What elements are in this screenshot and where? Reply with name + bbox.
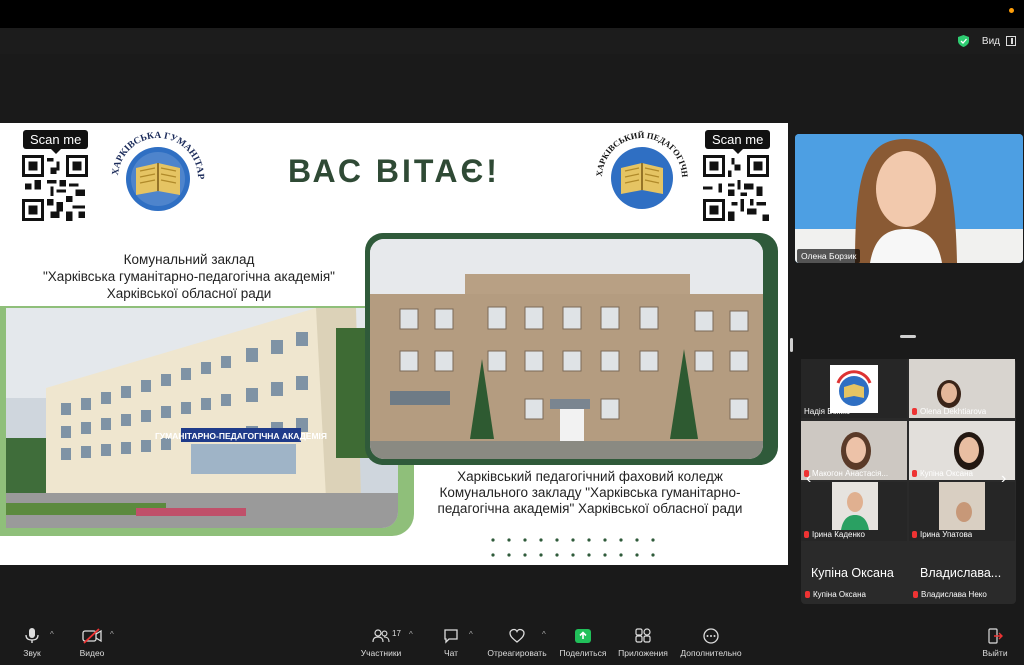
mic-muted-icon <box>912 531 917 538</box>
react-options-caret-icon[interactable]: ^ <box>542 630 546 639</box>
video-label: Видео <box>79 648 105 658</box>
video-button[interactable]: Видео <box>76 628 108 658</box>
view-menu-label[interactable]: Вид <box>982 36 1000 47</box>
participant-tile[interactable]: Olena Dekhtiarova <box>909 359 1015 418</box>
mic-muted-icon <box>912 470 917 477</box>
college-building-photo <box>370 239 763 459</box>
participants-icon <box>372 629 390 643</box>
participant-name: Olena Dekhtiarova <box>912 407 986 416</box>
participant-small-name: Купіна Оксана <box>805 590 866 599</box>
view-layout-icon[interactable] <box>1006 36 1016 46</box>
participant-big-name: Купіна Оксана <box>811 566 894 580</box>
academy-building-sign: ГУМАНІТАРНО-ПЕДАГОГІЧНА АКАДЕМІЯ <box>155 431 327 441</box>
academy-caption-line: Харківської обласної ради <box>106 286 272 301</box>
participant-tile[interactable]: Ірина Каденко <box>801 482 907 541</box>
video-options-caret-icon[interactable]: ^ <box>110 630 114 639</box>
college-logo-icon: ХАРКІВСЬКИЙ ПЕДАГОГІЧНИЙ ФАХОВИЙ КОЛЕДЖ … <box>592 126 690 209</box>
qr-code-left-icon <box>22 155 88 221</box>
participants-count: 17 <box>392 629 401 638</box>
chat-label: Чат <box>443 648 459 658</box>
zoom-window: Вид Scan me ХАРКІВСЬКА ГУМАНІТАРНО-ПЕДАГ… <box>0 0 1024 665</box>
chat-options-caret-icon[interactable]: ^ <box>469 630 473 639</box>
mic-muted-icon <box>805 591 810 598</box>
mic-muted-icon <box>912 408 917 415</box>
academy-caption-line: "Харківська гуманітарно-педагогічна акад… <box>43 269 335 284</box>
decorative-dots <box>491 538 655 557</box>
participant-name: Купіна Оксана <box>912 469 973 478</box>
participant-name: Макогон Анастасія... <box>804 469 888 478</box>
participant-tile[interactable]: Макогон Анастасія... <box>801 421 907 480</box>
participant-name: Ірина Упатова <box>912 530 972 539</box>
gallery-prev-icon[interactable]: ‹ <box>806 470 811 488</box>
leave-icon <box>988 628 1003 644</box>
react-button[interactable]: Отреагировать <box>484 628 550 658</box>
panel-resize-handle[interactable] <box>790 338 793 352</box>
share-screen-button[interactable]: Поделиться <box>558 628 608 658</box>
college-caption-line: педагогічна академія" Харківської обласн… <box>437 501 743 516</box>
speaker-name-label: Олена Борзик <box>797 249 861 263</box>
qr-right-label: Scan me <box>705 130 771 154</box>
recording-indicator <box>1009 8 1014 13</box>
qr-code-right-icon <box>703 155 769 221</box>
more-label: Дополнительно <box>680 648 742 658</box>
meeting-toolbar: Звук ^ Видео ^ 17 Участники ^ Чат ^ Отре… <box>0 620 1024 665</box>
gallery-next-icon[interactable]: › <box>1001 470 1006 488</box>
college-caption-line: Комунального закладу "Харківська гуманіт… <box>439 485 741 500</box>
apps-button[interactable]: Приложения <box>616 628 670 658</box>
share-label: Поделиться <box>559 648 607 658</box>
participants-button[interactable]: 17 Участники <box>358 628 404 658</box>
academy-logo-icon: ХАРКІВСЬКА ГУМАНІТАРНО-ПЕДАГОГІЧНА АКАДЕ… <box>105 123 205 211</box>
title-bar <box>0 0 1024 28</box>
chat-button[interactable]: Чат <box>438 628 464 658</box>
academy-building-photo: ГУМАНІТАРНО-ПЕДАГОГІЧНА АКАДЕМІЯ <box>6 308 398 528</box>
mic-muted-icon <box>913 591 918 598</box>
share-screen-icon <box>575 629 591 643</box>
gallery-resize-handle[interactable] <box>900 335 916 338</box>
leave-label: Выйти <box>982 648 1008 658</box>
react-label: Отреагировать <box>487 648 547 658</box>
video-off-icon <box>82 628 102 644</box>
college-caption: Харківський педагогічний фаховий коледж … <box>405 469 775 517</box>
participants-options-caret-icon[interactable]: ^ <box>409 630 413 639</box>
participant-logo-avatar <box>830 365 878 413</box>
microphone-icon <box>25 628 39 643</box>
apps-icon <box>635 628 651 643</box>
mic-options-caret-icon[interactable]: ^ <box>50 630 54 639</box>
participant-tile[interactable]: Купіна Оксана <box>909 421 1015 480</box>
leave-button[interactable]: Выйти <box>980 628 1010 658</box>
participant-name: Надія Божко <box>804 407 851 416</box>
academy-caption-line: Комунальний заклад <box>123 252 255 267</box>
participant-big-name: Владислава... <box>920 566 1002 580</box>
slide-title: ВАС ВІТАЄ! <box>288 153 500 189</box>
qr-left-label: Scan me <box>23 130 89 154</box>
academy-caption: Комунальний заклад "Харківська гуманітар… <box>0 251 378 302</box>
more-icon <box>703 628 719 644</box>
college-caption-line: Харківський педагогічний фаховий коледж <box>457 469 723 484</box>
mic-button[interactable]: Звук <box>18 628 46 658</box>
participant-small-name: Владислава Неко <box>913 590 987 599</box>
mic-label: Звук <box>23 648 41 658</box>
more-button[interactable]: Дополнительно <box>678 628 744 658</box>
participant-tile[interactable]: Ірина Упатова <box>909 482 1015 541</box>
participant-tile[interactable]: Надія Божко <box>801 359 907 418</box>
heart-icon <box>509 628 525 643</box>
meeting-header <box>0 28 1024 54</box>
speaker-video[interactable] <box>795 134 1023 263</box>
security-shield-icon[interactable] <box>958 35 969 47</box>
participant-name: Ірина Каденко <box>804 530 865 539</box>
chat-icon <box>444 629 458 644</box>
shared-screen-slide: Scan me ХАРКІВСЬКА ГУМАНІТАРНО-ПЕДАГОГІЧ… <box>0 123 788 565</box>
mic-muted-icon <box>804 531 809 538</box>
apps-label: Приложения <box>618 648 668 658</box>
participants-label: Участники <box>360 648 402 658</box>
